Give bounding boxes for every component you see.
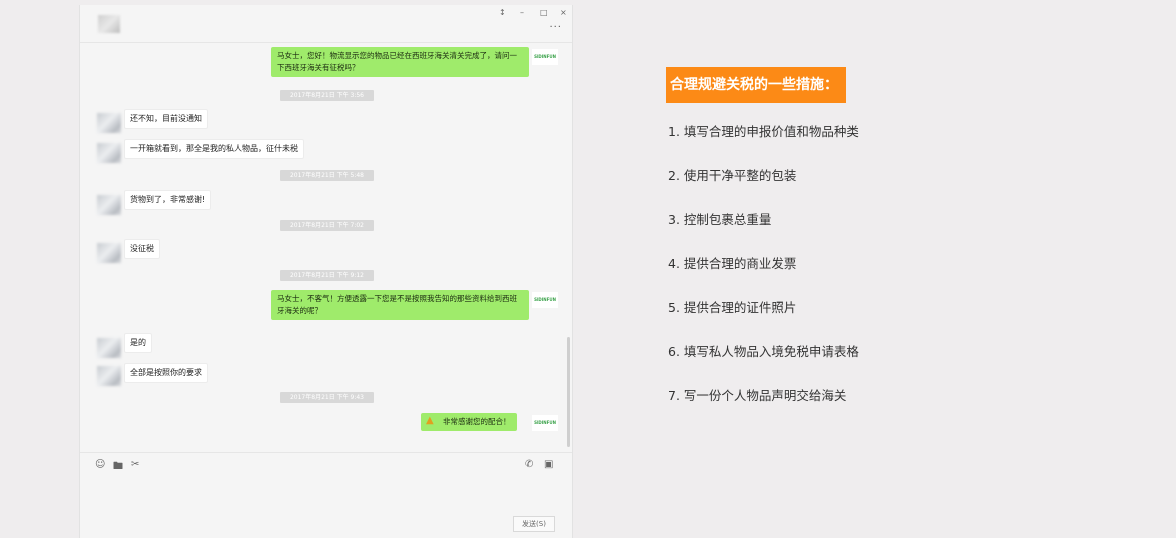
incoming-message[interactable]: 是的 [124, 333, 152, 353]
contact-avatar[interactable] [97, 113, 121, 133]
handshake-icon: ▲ [426, 415, 434, 426]
emoji-icon[interactable]: ☺ [95, 459, 105, 470]
pin-icon[interactable]: ↕ [499, 8, 506, 17]
outgoing-message[interactable]: ▲ 非常感谢您的配合！ [421, 413, 517, 431]
tip-item: 1. 填写合理的申报价值和物品种类 [668, 124, 859, 139]
time-stamp: 2017年8月21日 下午 7:02 [280, 220, 374, 231]
contact-avatar[interactable] [97, 243, 121, 263]
incoming-message[interactable]: 货物到了，非常感谢! [124, 190, 212, 210]
incoming-message[interactable]: 还不知，目前没通知 [124, 109, 208, 129]
maximize-icon[interactable]: □ [540, 8, 548, 17]
incoming-message[interactable]: 一开箱就看到，那全是我的私人物品，征什未税 [124, 139, 304, 159]
tip-item: 7. 写一份个人物品声明交给海关 [668, 388, 847, 403]
message-text: 非常感谢您的配合！ [443, 417, 511, 426]
send-button[interactable]: 发送(S) [513, 516, 555, 532]
outgoing-message[interactable]: 马女士，您好！物流显示您的物品已经在西班牙海关清关完成了，请问一下西班牙海关有征… [271, 47, 529, 77]
time-stamp: 2017年8月21日 下午 5:48 [280, 170, 374, 181]
own-avatar[interactable]: SIDINFUN [532, 292, 558, 308]
tips-title: 合理规避关税的一些措施： [666, 67, 846, 103]
input-area[interactable]: ☺ 🖿 ✂ ✆ ▣ 发送(S) [80, 452, 572, 538]
tip-item: 2. 使用干净平整的包装 [668, 168, 797, 183]
video-icon[interactable]: ▣ [544, 459, 553, 470]
tip-item: 6. 填写私人物品入境免税申请表格 [668, 344, 859, 359]
outgoing-message[interactable]: 马女士，不客气！方便透露一下您是不是按照我告知的那些资料给到西班牙海关的呢？ [271, 290, 529, 320]
tip-item: 4. 提供合理的商业发票 [668, 256, 797, 271]
incoming-message[interactable]: 全部是按照你的要求 [124, 363, 208, 383]
chat-window: ↕ – □ × ··· 马女士，您好！物流显示您的物品已经在西班牙海关清关完成了… [79, 5, 573, 538]
close-icon[interactable]: × [560, 8, 567, 17]
scissors-icon[interactable]: ✂ [131, 459, 139, 470]
own-avatar[interactable]: SIDINFUN [532, 49, 558, 65]
own-avatar[interactable]: SIDINFUN [532, 415, 558, 431]
contact-avatar[interactable] [97, 143, 121, 163]
more-icon[interactable]: ··· [549, 22, 562, 33]
tip-item: 3. 控制包裹总重量 [668, 212, 772, 227]
time-stamp: 2017年8月21日 下午 9:12 [280, 270, 374, 281]
incoming-message[interactable]: 没征税 [124, 239, 160, 259]
time-stamp: 2017年8月21日 下午 9:43 [280, 392, 374, 403]
time-stamp: 2017年8月21日 下午 3:56 [280, 90, 374, 101]
contact-avatar[interactable] [97, 195, 121, 215]
minimize-icon[interactable]: – [520, 8, 524, 17]
scrollbar[interactable] [567, 337, 570, 447]
title-bar: ↕ – □ × ··· [80, 5, 572, 43]
folder-icon[interactable]: 🖿 [113, 459, 123, 476]
contact-avatar[interactable] [97, 366, 121, 386]
contact-avatar[interactable] [98, 15, 120, 33]
phone-icon[interactable]: ✆ [525, 459, 533, 470]
tip-item: 5. 提供合理的证件照片 [668, 300, 797, 315]
contact-avatar[interactable] [97, 338, 121, 358]
